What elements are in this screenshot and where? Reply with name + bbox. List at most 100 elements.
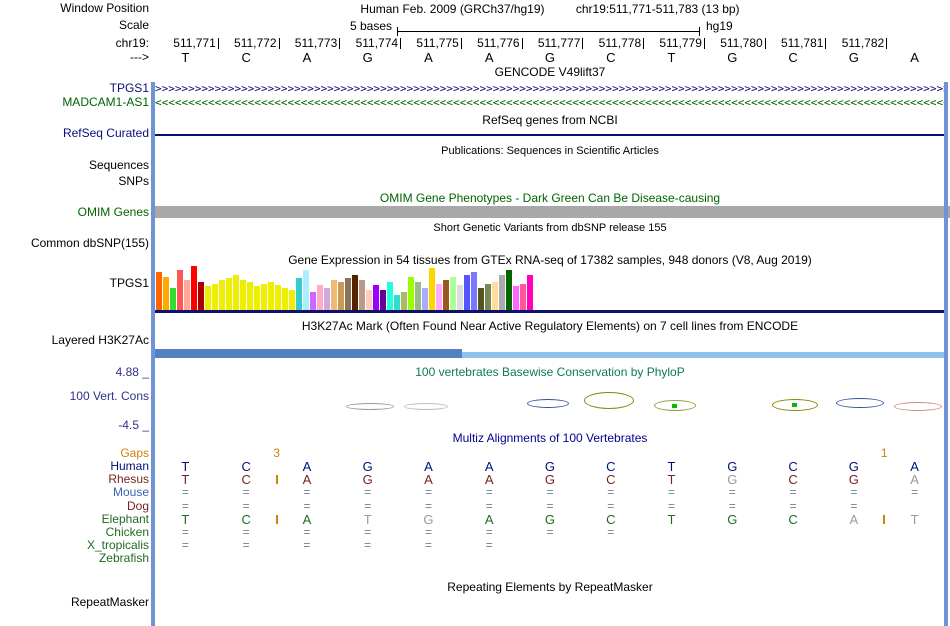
gtex-tissue-bar[interactable]	[527, 275, 533, 310]
gtex-tissue-bar[interactable]	[429, 268, 435, 310]
gtex-tissue-bar[interactable]	[401, 292, 407, 310]
gtex-tissue-bar[interactable]	[436, 284, 442, 310]
gtex-tissue-bar[interactable]	[184, 280, 190, 310]
track-label-tpgs1-gencode[interactable]: TPGS1	[0, 82, 149, 95]
gtex-tissue-bar[interactable]	[345, 278, 351, 310]
track-label-omim-genes[interactable]: OMIM Genes	[0, 206, 149, 219]
assembly-title: Human Feb. 2009 (GRCh37/hg19)	[360, 2, 545, 16]
gtex-tissue-bar[interactable]	[296, 278, 302, 310]
gtex-tissue-bar[interactable]	[359, 280, 365, 310]
gtex-tissue-bar[interactable]	[331, 280, 337, 310]
gtex-tissue-bar[interactable]	[408, 277, 414, 310]
gtex-tissue-bar[interactable]	[457, 285, 463, 310]
gtex-tissue-bar[interactable]	[366, 290, 372, 310]
gtex-tissue-bar[interactable]	[352, 275, 358, 310]
refseq-curated-track[interactable]	[155, 134, 945, 136]
track-label-snps[interactable]: SNPs	[0, 175, 149, 188]
phylop-title[interactable]: 100 vertebrates Basewise Conservation by…	[155, 366, 945, 379]
ruler-position: 511,776	[459, 37, 523, 50]
gtex-tissue-bar[interactable]	[212, 284, 218, 310]
track-label-sequences[interactable]: Sequences	[0, 159, 149, 172]
gtex-tissue-bar[interactable]	[471, 272, 477, 310]
gtex-tissue-bar[interactable]	[492, 282, 498, 310]
gtex-tissue-bar[interactable]	[317, 285, 323, 310]
alignment-match: =	[242, 538, 250, 552]
gtex-tissue-bar[interactable]	[240, 280, 246, 310]
conservation-mark	[404, 403, 448, 410]
gtex-tissue-bar[interactable]	[310, 292, 316, 310]
multiz-title[interactable]: Multiz Alignments of 100 Vertebrates	[155, 432, 945, 445]
conservation-mark	[894, 402, 942, 411]
repeatmasker-title[interactable]: Repeating Elements by RepeatMasker	[155, 581, 945, 594]
gtex-baseline	[155, 310, 945, 313]
gtex-tissue-bar[interactable]	[254, 286, 260, 310]
gtex-tissue-bar[interactable]	[156, 272, 162, 310]
right-scroll-bar[interactable]	[944, 82, 948, 626]
gtex-tissue-bar[interactable]	[205, 286, 211, 310]
gtex-title[interactable]: Gene Expression in 54 tissues from GTEx …	[155, 254, 945, 267]
track-label-madcam1-as1[interactable]: MADCAM1-AS1	[0, 96, 149, 109]
omim-title[interactable]: OMIM Gene Phenotypes - Dark Green Can Be…	[155, 192, 945, 205]
gtex-tissue-bar[interactable]	[387, 282, 393, 310]
gencode-tpgs1-track[interactable]: >>>>>>>>>>>>>>>>>>>>>>>>>>>>>>>>>>>>>>>>…	[155, 82, 945, 95]
gtex-tissue-bar[interactable]	[289, 290, 295, 310]
gtex-tissue-bar[interactable]	[394, 295, 400, 310]
gtex-tissue-bar[interactable]	[268, 282, 274, 310]
left-scroll-bar[interactable]	[151, 82, 155, 626]
gtex-tissue-bar[interactable]	[261, 284, 267, 310]
gtex-tissue-bar[interactable]	[506, 270, 512, 310]
gencode-title[interactable]: GENCODE V49lift37	[155, 66, 945, 79]
gtex-tissue-bar[interactable]	[513, 286, 519, 310]
track-label-refseq-curated[interactable]: RefSeq Curated	[0, 127, 149, 140]
gtex-tissue-bar[interactable]	[520, 284, 526, 310]
gtex-tissue-bar[interactable]	[282, 288, 288, 310]
refseq-title[interactable]: RefSeq genes from NCBI	[155, 114, 945, 127]
alignment-match: =	[546, 525, 554, 539]
gtex-tissue-bar[interactable]	[247, 282, 253, 310]
species-label-zebrafish[interactable]: Zebrafish	[0, 552, 149, 565]
ruler-position: 511,779	[641, 37, 705, 50]
gtex-tissue-bar[interactable]	[485, 284, 491, 310]
gtex-tissue-bar[interactable]	[191, 266, 197, 310]
alignment-match: =	[303, 485, 311, 499]
gtex-tissue-bar[interactable]	[226, 278, 232, 310]
gtex-tissue-bar[interactable]	[478, 288, 484, 310]
track-label-tpgs1-gtex[interactable]: TPGS1	[0, 277, 149, 290]
ruler-position: 511,777	[520, 37, 584, 50]
gtex-tissue-bar[interactable]	[219, 280, 225, 310]
gtex-tissue-bar[interactable]	[464, 275, 470, 310]
gtex-tissue-bar[interactable]	[163, 277, 169, 310]
omim-genes-track[interactable]	[155, 206, 950, 218]
h3k27ac-signal-peak[interactable]	[155, 349, 462, 358]
h3k27ac-title[interactable]: H3K27Ac Mark (Often Found Near Active Re…	[155, 320, 945, 333]
gencode-madcam1-as1-track[interactable]: <<<<<<<<<<<<<<<<<<<<<<<<<<<<<<<<<<<<<<<<…	[155, 96, 945, 109]
alignment-match: =	[607, 525, 615, 539]
conservation-mark	[584, 392, 634, 409]
gtex-tissue-bar[interactable]	[177, 270, 183, 310]
gtex-tissue-bar[interactable]	[324, 288, 330, 310]
gtex-tissue-bar[interactable]	[443, 280, 449, 310]
gtex-tissue-bar[interactable]	[303, 270, 309, 310]
publications-title[interactable]: Publications: Sequences in Scientific Ar…	[155, 145, 945, 158]
reference-base: T	[667, 50, 676, 65]
track-label-common-dbsnp[interactable]: Common dbSNP(155)	[0, 237, 149, 250]
gtex-tissue-bar[interactable]	[380, 290, 386, 310]
ruler-position: 511,775	[398, 37, 462, 50]
gtex-tissue-bar[interactable]	[275, 285, 281, 310]
gtex-tissue-bar[interactable]	[499, 275, 505, 310]
dbsnp-title[interactable]: Short Genetic Variants from dbSNP releas…	[155, 222, 945, 235]
gtex-tissue-bar[interactable]	[233, 275, 239, 310]
gtex-tissue-bar[interactable]	[450, 277, 456, 310]
gtex-tissue-bar[interactable]	[198, 282, 204, 310]
gtex-tissue-bar[interactable]	[170, 288, 176, 310]
track-label-layered-h3k27ac[interactable]: Layered H3K27Ac	[0, 334, 149, 347]
track-label-100-vert-cons[interactable]: 100 Vert. Cons	[0, 390, 149, 403]
gtex-tissue-bar[interactable]	[415, 282, 421, 310]
alignment-base: G	[727, 512, 738, 527]
gtex-tissue-bar[interactable]	[422, 288, 428, 310]
species-label-mouse[interactable]: Mouse	[0, 486, 149, 499]
gtex-tissue-bar[interactable]	[373, 285, 379, 310]
gtex-tissue-bar[interactable]	[338, 282, 344, 310]
gap-count: 3	[273, 446, 280, 460]
track-label-repeatmasker[interactable]: RepeatMasker	[0, 596, 149, 609]
